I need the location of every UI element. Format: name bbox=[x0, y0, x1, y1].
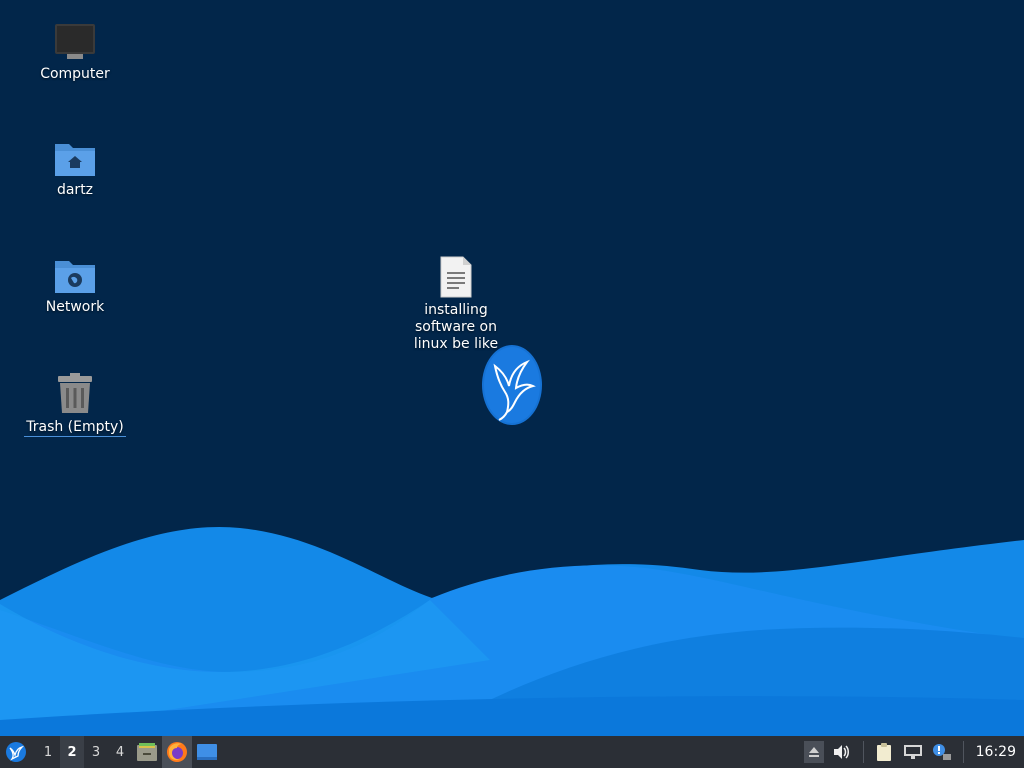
eject-button[interactable] bbox=[803, 741, 824, 763]
file-manager-icon bbox=[137, 743, 157, 761]
panel-separator bbox=[862, 741, 864, 763]
desktop-icon-label: Trash (Empty) bbox=[24, 419, 126, 437]
panel-separator bbox=[962, 741, 964, 763]
computer-icon bbox=[55, 24, 95, 59]
panel-clock[interactable]: 16:29 bbox=[970, 744, 1024, 760]
taskbar-panel: 1 2 3 4 16:29 bbox=[0, 736, 1024, 768]
home-folder-icon bbox=[55, 144, 95, 176]
notification-icon bbox=[933, 744, 952, 760]
network-button[interactable] bbox=[899, 736, 928, 768]
show-desktop-launcher[interactable] bbox=[192, 736, 222, 768]
desktop-icon-home[interactable]: dartz bbox=[20, 140, 130, 199]
hummingbird-logo-icon bbox=[482, 345, 542, 425]
desktop-file-installing-software[interactable]: installing software on linux be like bbox=[408, 256, 504, 353]
whisker-menu-button[interactable] bbox=[0, 736, 32, 768]
desktop-icon-network[interactable]: Network bbox=[20, 257, 130, 316]
file-manager-launcher[interactable] bbox=[132, 736, 162, 768]
clipboard-icon bbox=[877, 743, 892, 761]
desktop: Computer dartz Network Trash (Empty) ins… bbox=[0, 0, 1024, 736]
firefox-icon bbox=[167, 742, 187, 762]
desktop-icon-computer[interactable]: Computer bbox=[20, 22, 130, 83]
network-folder-icon bbox=[55, 261, 95, 293]
workspace-4-button[interactable]: 4 bbox=[108, 736, 132, 768]
desktop-icon bbox=[197, 744, 217, 760]
desktop-icon-label: dartz bbox=[56, 182, 94, 198]
notification-button[interactable] bbox=[928, 736, 957, 768]
desktop-icon-trash[interactable]: Trash (Empty) bbox=[20, 373, 130, 437]
trash-icon bbox=[58, 373, 92, 413]
workspace-switcher: 1 2 3 4 bbox=[36, 736, 132, 768]
clipboard-button[interactable] bbox=[870, 736, 899, 768]
workspace-1-button[interactable]: 1 bbox=[36, 736, 60, 768]
firefox-launcher[interactable] bbox=[162, 736, 192, 768]
desktop-icon-label: Network bbox=[45, 299, 105, 315]
workspace-2-button[interactable]: 2 bbox=[60, 736, 84, 768]
text-file-icon bbox=[440, 256, 472, 298]
volume-button[interactable] bbox=[828, 736, 857, 768]
eject-icon bbox=[808, 747, 819, 757]
whisker-menu-icon bbox=[6, 742, 26, 762]
volume-icon bbox=[834, 745, 850, 759]
network-icon bbox=[904, 745, 923, 759]
desktop-icon-label: Computer bbox=[40, 66, 110, 82]
workspace-3-button[interactable]: 3 bbox=[84, 736, 108, 768]
